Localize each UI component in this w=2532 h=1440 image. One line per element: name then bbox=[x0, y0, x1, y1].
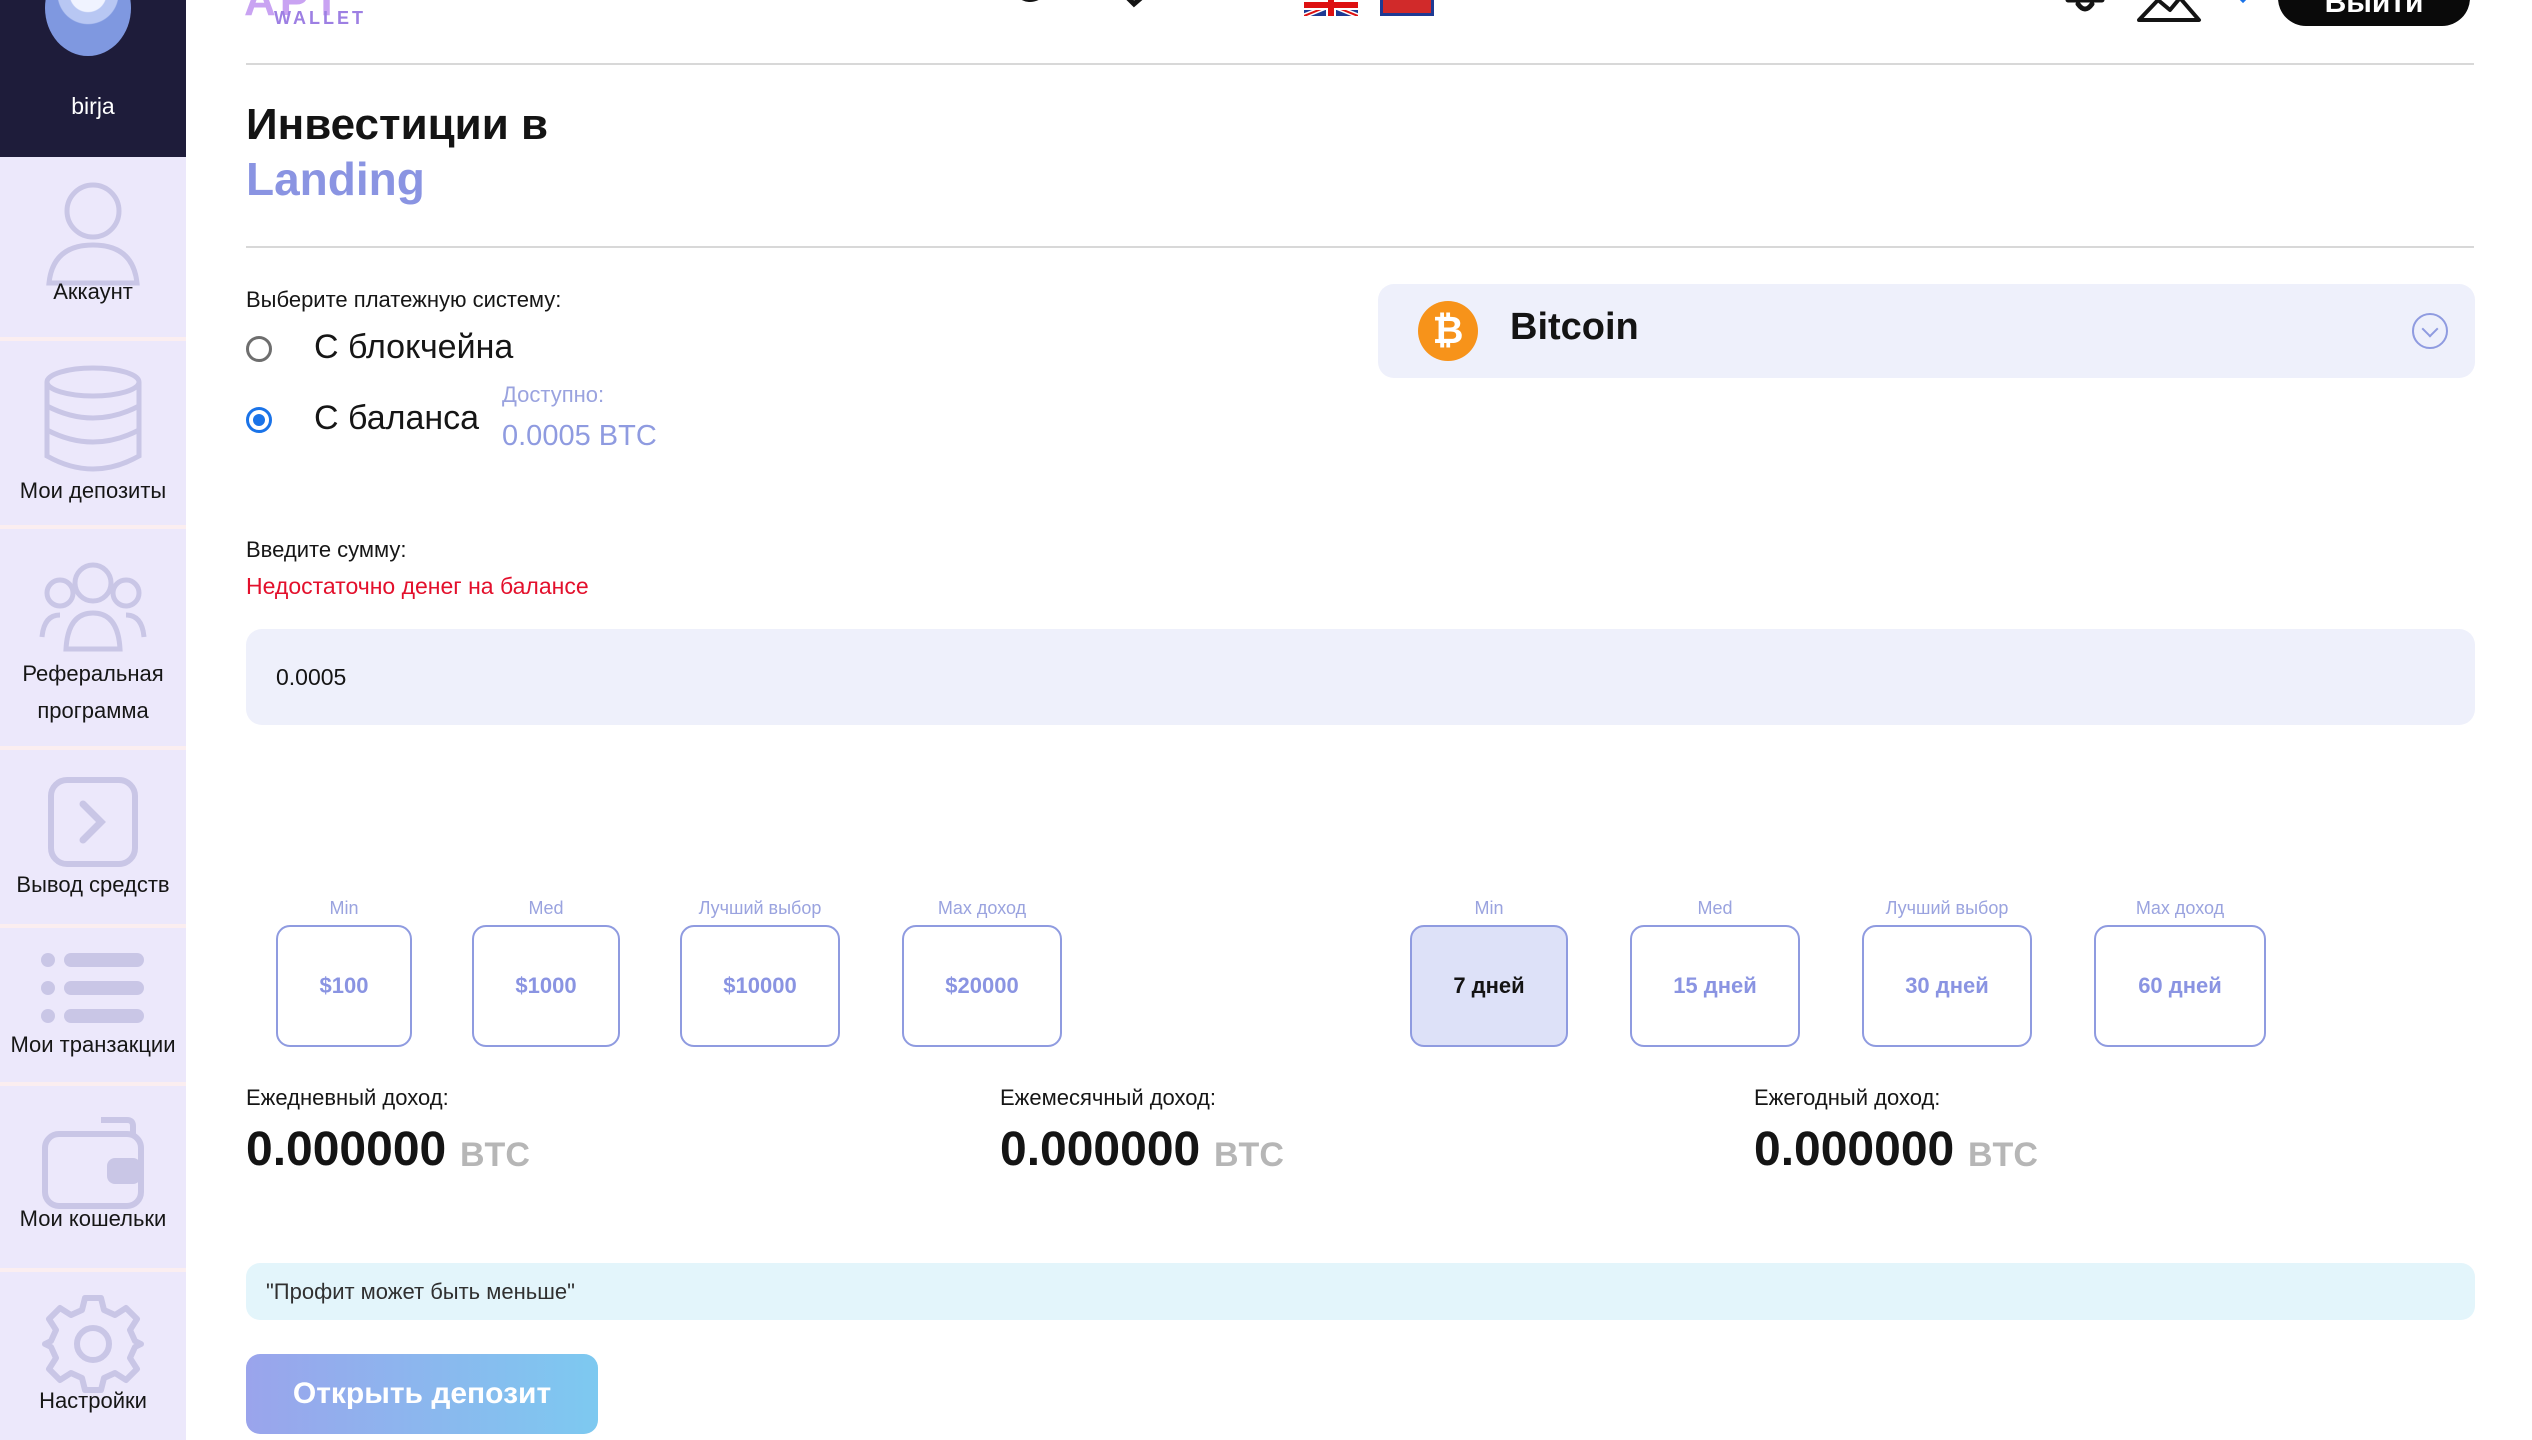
daily-income-value: 0.000000 bbox=[246, 1123, 447, 1176]
title-divider bbox=[246, 246, 2474, 248]
chip-caption: Min bbox=[329, 898, 359, 918]
sidebar-item-label: Реферальная bbox=[22, 661, 164, 686]
period-preset-7[interactable]: 7 дней bbox=[1410, 925, 1568, 1047]
logout-button[interactable]: Выйти bbox=[2278, 0, 2470, 26]
mountain-icon[interactable] bbox=[2136, 0, 2202, 24]
payment-system-label: Выберите платежную систему: bbox=[246, 287, 562, 312]
period-preset-60[interactable]: 60 дней bbox=[2094, 925, 2266, 1047]
sidebar-item-referral[interactable]: Реферальная программа bbox=[0, 529, 186, 750]
monthly-income-value: 0.000000 bbox=[1000, 1123, 1201, 1176]
period-preset-15[interactable]: 15 дней bbox=[1630, 925, 1800, 1047]
chevron-down-icon[interactable] bbox=[2412, 313, 2448, 349]
coin-name: Bitcoin bbox=[1510, 306, 1639, 348]
radio-blockchain-label[interactable]: С блокчейна bbox=[314, 328, 513, 367]
gear-icon bbox=[42, 1295, 144, 1393]
users-icon bbox=[39, 562, 147, 652]
social-icon[interactable] bbox=[1206, 0, 1246, 8]
amount-input[interactable] bbox=[246, 629, 2475, 725]
available-label: Доступно: bbox=[502, 382, 605, 407]
chip-caption: Med bbox=[1697, 898, 1733, 918]
amount-error: Недостаточно денег на балансе bbox=[246, 573, 589, 599]
sidebar-item-label: Аккаунт bbox=[53, 279, 133, 304]
period-preset-30[interactable]: 30 дней bbox=[1862, 925, 2032, 1047]
sidebar-item-label: Мои депозиты bbox=[19, 478, 167, 503]
sidebar-user-card[interactable]: birja bbox=[0, 0, 186, 157]
sidebar-item-label: Вывод средств bbox=[16, 872, 170, 897]
sidebar-item-wallets[interactable]: Мои кошельки bbox=[0, 1086, 186, 1272]
profit-notice: "Профит может быть меньше" bbox=[246, 1263, 2475, 1320]
sidebar-item-label: программа bbox=[37, 698, 149, 723]
sidebar-item-label: Мои транзакции bbox=[10, 1032, 176, 1057]
monthly-income-currency: BTC bbox=[1214, 1136, 1284, 1174]
amount-label: Введите сумму: bbox=[246, 537, 407, 562]
bell-icon[interactable] bbox=[2064, 0, 2106, 14]
chevron-down-icon[interactable] bbox=[2236, 0, 2250, 4]
withdraw-icon bbox=[48, 777, 138, 867]
chip-caption: Med bbox=[528, 898, 564, 918]
available-value: 0.0005 BTC bbox=[502, 420, 657, 452]
list-icon bbox=[41, 953, 144, 1023]
chip-caption: Min bbox=[1474, 898, 1504, 918]
sidebar-item-label: Настройки bbox=[39, 1388, 147, 1413]
chip-caption: Max доход bbox=[937, 898, 1027, 918]
sidebar-item-label: Мои кошельки bbox=[19, 1206, 167, 1231]
amount-preset-20000[interactable]: $20000 bbox=[902, 925, 1062, 1047]
flag-ru-icon[interactable] bbox=[1380, 0, 1434, 16]
flag-uk-icon[interactable] bbox=[1304, 0, 1358, 16]
yearly-income-value: 0.000000 bbox=[1754, 1123, 1955, 1176]
open-deposit-button[interactable]: Открыть депозит bbox=[246, 1354, 598, 1434]
yearly-income-label: Ежегодный доход: bbox=[1754, 1085, 1941, 1110]
daily-income-currency: BTC bbox=[460, 1136, 530, 1174]
coins-stack-icon bbox=[44, 365, 142, 472]
chip-caption: Max доход bbox=[2135, 898, 2225, 918]
bitcoin-icon: ₿ bbox=[1418, 301, 1478, 361]
monthly-income-label: Ежемесячный доход: bbox=[1000, 1085, 1217, 1110]
sidebar-item-deposits[interactable]: Мои депозиты bbox=[0, 341, 186, 529]
radio-balance[interactable] bbox=[246, 407, 272, 433]
sidebar-item-settings[interactable]: Настройки bbox=[0, 1272, 186, 1440]
yearly-income-currency: BTC bbox=[1968, 1136, 2038, 1174]
avatar bbox=[45, 0, 131, 56]
page-title: Инвестиции в bbox=[246, 100, 549, 149]
logo[interactable]: APT WALLET bbox=[244, 0, 394, 32]
telegram-icon[interactable] bbox=[1012, 0, 1052, 8]
coin-select[interactable]: ₿ Bitcoin bbox=[1378, 284, 2475, 378]
chip-caption: Лучший выбор bbox=[698, 898, 822, 918]
page-subtitle: Landing bbox=[246, 153, 425, 205]
radio-blockchain[interactable] bbox=[246, 336, 272, 362]
radio-balance-label[interactable]: С баланса bbox=[314, 399, 479, 438]
sidebar-item-withdraw[interactable]: Вывод средств bbox=[0, 750, 186, 928]
daily-income-label: Ежедневный доход: bbox=[246, 1085, 449, 1110]
wallet-icon bbox=[42, 1117, 144, 1209]
chip-caption: Лучший выбор bbox=[1885, 898, 2009, 918]
sidebar: birja Аккаунт Мои депозиты Реферальная п… bbox=[0, 0, 186, 1440]
amount-preset-100[interactable]: $100 bbox=[276, 925, 412, 1047]
sidebar-item-account[interactable]: Аккаунт bbox=[0, 157, 186, 341]
logo-text: WALLET bbox=[274, 8, 366, 28]
username: birja bbox=[71, 93, 115, 119]
sidebar-item-transactions[interactable]: Мои транзакции bbox=[0, 928, 186, 1086]
amount-preset-10000[interactable]: $10000 bbox=[680, 925, 840, 1047]
header-divider bbox=[246, 63, 2474, 65]
amount-preset-1000[interactable]: $1000 bbox=[472, 925, 620, 1047]
send-icon[interactable] bbox=[1114, 0, 1154, 8]
